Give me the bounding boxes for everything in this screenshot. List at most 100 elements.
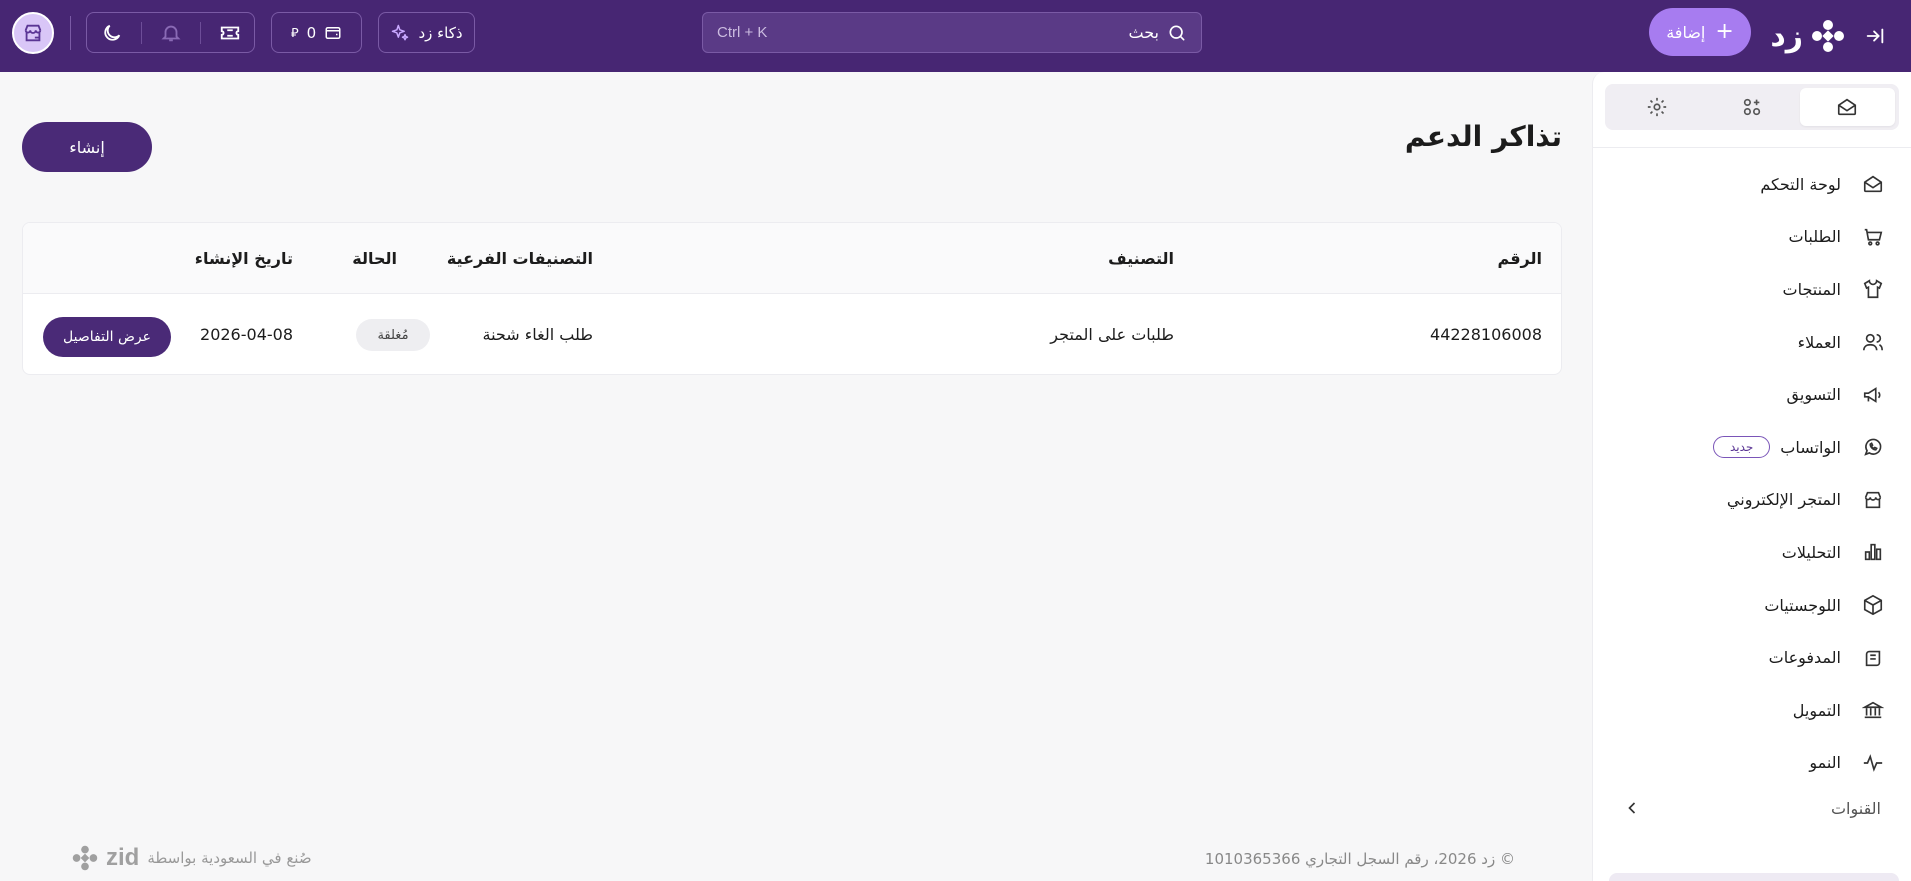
payments-icon <box>1861 646 1885 670</box>
sidebar-item-whatsapp[interactable]: الواتساب جديد <box>1592 421 1911 474</box>
sidebar-item-label: المدفوعات <box>1768 648 1841 668</box>
footer-made-in-text: صُنع في السعودية بواسطة <box>147 849 312 867</box>
sidebar-item-analytics[interactable]: التحليلات <box>1592 526 1911 579</box>
sidebar-item-customers[interactable]: العملاء <box>1592 316 1911 369</box>
store-avatar[interactable] <box>12 12 54 54</box>
header-status: الحالة <box>352 249 397 268</box>
settings-icon <box>1647 97 1666 117</box>
ticket-icon <box>220 26 239 39</box>
brand-name: زد <box>1770 18 1804 54</box>
table-header: الرقم التصنيف التصنيفات الفرعية الحالة ت… <box>23 223 1561 294</box>
header-subcategories: التصنيفات الفرعية <box>446 249 593 268</box>
megaphone-icon <box>1861 383 1885 407</box>
zid-logo[interactable]: زد <box>1770 14 1845 58</box>
sparkles-icon <box>392 24 409 40</box>
sidebar-item-label: الطلبات <box>1788 227 1841 247</box>
tab-home[interactable] <box>1799 88 1895 126</box>
sidebar: لوحة التحكم الطلبات المنتجات العملاء الت… <box>1592 72 1911 881</box>
topbar-icon-group <box>86 12 255 53</box>
channels-label: القنوات <box>1830 798 1881 818</box>
tab-settings[interactable] <box>1609 88 1704 126</box>
sidebar-item-logistics[interactable]: اللوجستيات <box>1592 579 1911 632</box>
search-input[interactable]: بحث Ctrl + K <box>702 12 1202 53</box>
sidebar-item-label: اللوجستيات <box>1764 595 1841 615</box>
wallet-button[interactable]: 0 ⃁ <box>271 12 362 53</box>
table-row: 44228106008 طلبات على المتجر طلب الغاء ش… <box>23 295 1561 374</box>
zid-ai-button[interactable]: ذكاء زد <box>378 12 475 53</box>
sidebar-item-marketing[interactable]: التسويق <box>1592 368 1911 421</box>
sidebar-item-label: النمو <box>1809 753 1841 773</box>
view-details-button[interactable]: عرض التفاصيل <box>43 317 171 357</box>
footer-copyright: © زد 2026، رقم السجل التجاري 1010365366 <box>1204 850 1515 868</box>
dark-mode-toggle[interactable] <box>92 15 132 51</box>
chart-icon <box>1861 540 1885 564</box>
users-icon <box>1861 330 1885 354</box>
growth-icon <box>1861 751 1885 775</box>
page-title: تذاكر الدعم <box>1404 120 1562 153</box>
sidebar-bottom-strip <box>1609 873 1899 881</box>
wallet-amount: 0 <box>306 23 317 42</box>
box-icon <box>1861 593 1885 617</box>
storefront-icon <box>1861 488 1885 512</box>
home-icon <box>1838 98 1857 116</box>
wallet-icon <box>325 26 341 39</box>
divider <box>199 21 201 44</box>
chevron-left-icon <box>1628 802 1636 814</box>
dashboard-icon <box>1861 172 1885 196</box>
sidebar-item-label: لوحة التحكم <box>1760 174 1841 194</box>
sidebar-item-label: التحليلات <box>1781 542 1841 562</box>
sidebar-tabs <box>1605 84 1899 130</box>
sidebar-item-label: الواتساب <box>1780 437 1841 457</box>
divider <box>70 16 71 50</box>
bell-icon <box>160 25 181 41</box>
zid-logo-icon <box>1812 20 1844 52</box>
currency-icon: ⃁ <box>290 26 299 41</box>
sidebar-item-payments[interactable]: المدفوعات <box>1592 631 1911 684</box>
header-number: الرقم <box>1497 249 1542 268</box>
ticket-number: 44228106008 <box>1430 325 1542 344</box>
ticket-subcategory: طلب الغاء شحنة <box>482 325 594 344</box>
sidebar-item-label: المنتجات <box>1782 279 1842 299</box>
top-bar: زد + إضافة بحث Ctrl + K ذكاء زد 0 ⃁ <box>0 0 1911 72</box>
sidebar-item-orders[interactable]: الطلبات <box>1592 211 1911 264</box>
sidebar-nav: لوحة التحكم الطلبات المنتجات العملاء الت… <box>1592 158 1911 789</box>
moon-icon <box>103 24 120 41</box>
sidebar-item-label: التمويل <box>1792 700 1841 720</box>
sidebar-item-label: العملاء <box>1797 332 1841 352</box>
footer-made-by: صُنع في السعودية بواسطة zid <box>72 844 312 872</box>
search-shortcut: Ctrl + K <box>717 24 768 41</box>
store-icon <box>24 24 42 42</box>
tickets-table: الرقم التصنيف التصنيفات الفرعية الحالة ت… <box>22 222 1562 375</box>
sidebar-item-label: المتجر الإلكتروني <box>1726 490 1841 510</box>
footer-zid-wordmark[interactable]: zid <box>106 844 139 872</box>
bank-icon <box>1861 698 1885 722</box>
sidebar-item-growth[interactable]: النمو <box>1592 737 1911 790</box>
sidebar-item-online-store[interactable]: المتجر الإلكتروني <box>1592 474 1911 527</box>
notifications-button[interactable] <box>151 15 191 51</box>
divider <box>140 21 142 44</box>
plus-icon: + <box>1715 19 1734 44</box>
status-badge: مُغلقة <box>356 319 430 351</box>
sidebar-item-label: التسويق <box>1786 385 1841 405</box>
create-ticket-button[interactable]: إنشاء <box>22 122 152 172</box>
header-created-at: تاريخ الإنشاء <box>194 249 293 268</box>
sidebar-channels-section[interactable]: القنوات <box>1592 788 1911 828</box>
sidebar-item-products[interactable]: المنتجات <box>1592 263 1911 316</box>
tickets-button[interactable] <box>210 15 250 51</box>
ticket-category: طلبات على المتجر <box>1050 325 1174 344</box>
whatsapp-icon <box>1861 435 1885 459</box>
shirt-icon <box>1861 277 1885 301</box>
sidebar-item-financing[interactable]: التمويل <box>1592 684 1911 737</box>
search-icon <box>1169 25 1185 41</box>
collapse-sidebar-icon[interactable] <box>1859 20 1891 52</box>
zid-ai-label: ذكاء زد <box>418 23 463 42</box>
tab-apps[interactable] <box>1704 88 1799 126</box>
sidebar-item-dashboard[interactable]: لوحة التحكم <box>1592 158 1911 211</box>
apps-icon <box>1743 98 1761 116</box>
divider <box>1592 147 1911 148</box>
ticket-created-date: 2026-04-08 <box>200 325 293 344</box>
add-button[interactable]: + إضافة <box>1649 8 1751 56</box>
header-category: التصنيف <box>1108 249 1174 268</box>
search-label: بحث <box>1128 23 1160 42</box>
cart-icon <box>1861 225 1885 249</box>
